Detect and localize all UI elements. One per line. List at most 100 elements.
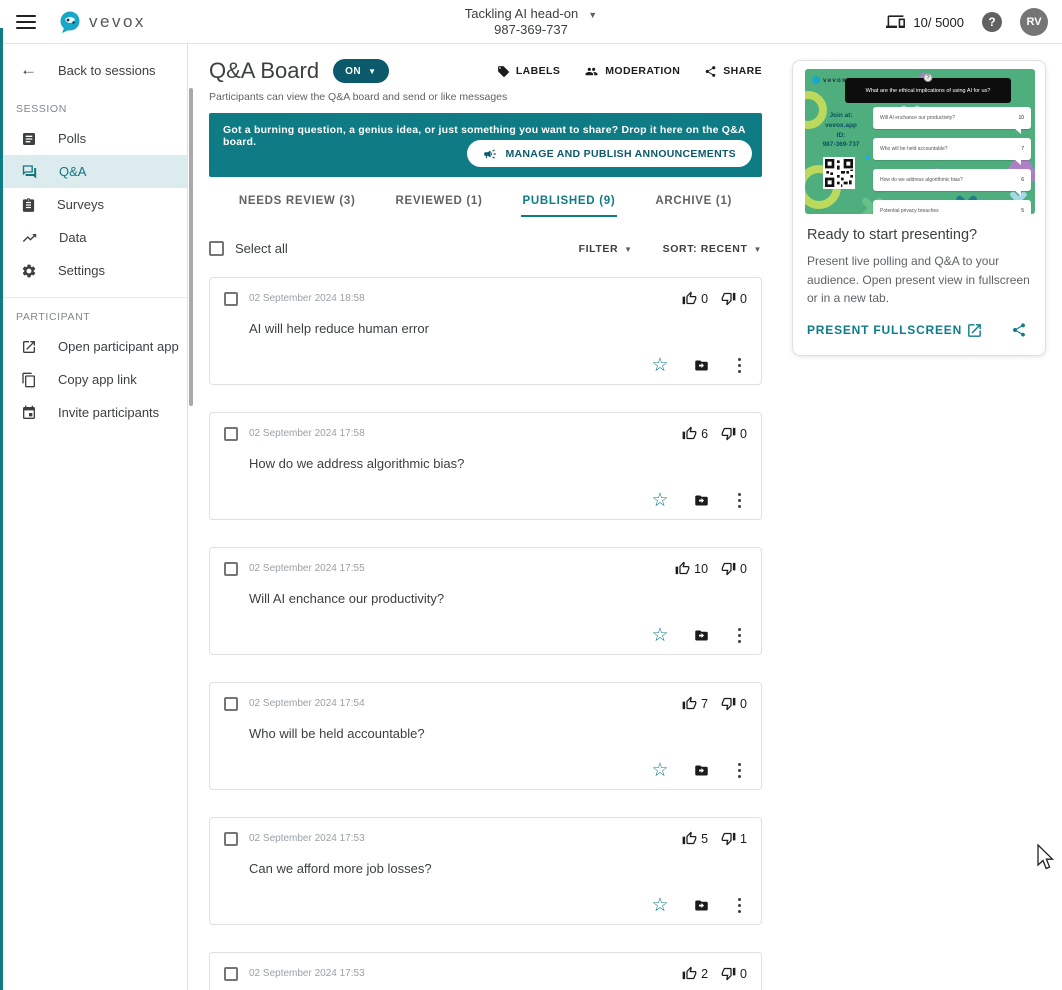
sidebar-item-invite-participants[interactable]: Invite participants: [0, 396, 187, 429]
labels-button[interactable]: LABELS: [497, 65, 560, 78]
message-menu-button[interactable]: [734, 761, 746, 781]
thumb-down-icon: [721, 562, 736, 576]
message-card: 02 September 2024 17:58 6 0 How do we ad…: [209, 412, 762, 520]
message-checkbox[interactable]: [224, 696, 238, 711]
thumb-down-icon: [721, 967, 736, 981]
select-all-control[interactable]: Select all: [209, 241, 288, 256]
present-preview-image[interactable]: vevox ? What are the ethical implication…: [805, 69, 1035, 214]
sidebar-item-open-participant-app[interactable]: Open participant app: [0, 330, 187, 363]
sidebar-item-label: Surveys: [57, 197, 104, 212]
dislike-count: 0: [721, 426, 747, 441]
thumb-up-icon: [682, 966, 697, 980]
sidebar-item-surveys[interactable]: Surveys: [0, 188, 187, 221]
present-fullscreen-button[interactable]: PRESENT FULLSCREEN: [807, 323, 962, 337]
like-count: 6: [682, 426, 708, 441]
mouse-cursor: [1037, 844, 1055, 870]
like-count: 5: [682, 831, 708, 846]
avatar[interactable]: RV: [1020, 8, 1048, 36]
sidebar-item-qa[interactable]: Q&A: [0, 155, 187, 188]
dislike-count: 0: [721, 696, 747, 711]
sidebar-item-settings[interactable]: Settings: [0, 254, 187, 287]
sidebar-item-copy-app-link[interactable]: Copy app link: [0, 363, 187, 396]
open-new-tab-icon[interactable]: [966, 322, 983, 339]
polls-icon: [23, 132, 35, 145]
invite-icon: [23, 405, 35, 419]
tab-published[interactable]: PUBLISHED (9): [520, 189, 618, 217]
sidebar-item-label: Polls: [58, 131, 87, 146]
message-text: Can we afford more job losses?: [249, 861, 432, 876]
message-text: Will AI enchance our productivity?: [249, 591, 445, 606]
move-to-folder-button[interactable]: [693, 898, 710, 913]
star-message-button[interactable]: ☆: [651, 491, 668, 510]
message-text: How do we address algorithmic bias?: [249, 456, 465, 471]
message-checkbox[interactable]: [224, 966, 238, 981]
message-text: AI will help reduce human error: [249, 321, 429, 336]
sidebar-item-label: Settings: [58, 263, 105, 278]
star-message-button[interactable]: ☆: [651, 761, 668, 780]
filter-button[interactable]: FILTER ▼: [579, 243, 633, 255]
tab-archive[interactable]: ARCHIVE (1): [653, 189, 734, 217]
tab-reviewed[interactable]: REVIEWED (1): [394, 189, 485, 217]
message-menu-button[interactable]: [734, 626, 746, 646]
move-to-folder-button[interactable]: [693, 358, 710, 373]
preview-question-badge: ?: [923, 73, 933, 82]
thumb-down-icon: [721, 427, 736, 441]
star-message-button[interactable]: ☆: [651, 626, 668, 645]
message-timestamp: 02 September 2024 17:53: [249, 968, 365, 979]
message-menu-button[interactable]: [734, 896, 746, 916]
message-card: 02 September 2024 17:53 5 1 Can we affor…: [209, 817, 762, 925]
main-scrollbar[interactable]: [189, 88, 193, 406]
move-to-folder-button[interactable]: [693, 628, 710, 643]
participant-count-text: 10/ 5000: [913, 14, 964, 30]
message-menu-button[interactable]: [734, 356, 746, 376]
dislike-count: 0: [721, 291, 747, 306]
share-button[interactable]: SHARE: [704, 65, 762, 78]
sidebar-item-polls[interactable]: Polls: [0, 122, 187, 155]
preview-vevox-logo: vevox: [812, 76, 846, 84]
present-panel-description: Present live polling and Q&A to your aud…: [807, 254, 1030, 306]
megaphone-icon: [483, 148, 496, 159]
chevron-down-icon: ▼: [753, 244, 762, 254]
star-message-button[interactable]: ☆: [651, 896, 668, 915]
people-icon: [585, 67, 598, 75]
sidebar-item-data[interactable]: Data: [0, 221, 187, 254]
like-count: 2: [682, 966, 708, 981]
sidebar-item-label: Copy app link: [58, 372, 137, 387]
moderation-button[interactable]: MODERATION: [584, 65, 680, 78]
move-to-folder-button[interactable]: [693, 763, 710, 778]
folder-move-icon: [694, 900, 708, 911]
move-to-folder-button[interactable]: [693, 493, 710, 508]
message-text: Who will be held accountable?: [249, 726, 425, 741]
dislike-count: 0: [721, 966, 747, 981]
message-checkbox[interactable]: [224, 561, 238, 576]
back-to-sessions-button[interactable]: ← Back to sessions: [0, 50, 187, 90]
page-title: Q&A Board: [209, 58, 320, 83]
session-switcher[interactable]: Tackling AI head-on ▼ 987-369-737: [465, 6, 597, 37]
manage-announcements-button[interactable]: MANAGE AND PUBLISH ANNOUNCEMENTS: [466, 140, 752, 167]
sort-button[interactable]: SORT: RECENT ▼: [663, 243, 762, 255]
message-card: 02 September 2024 17:54 7 0 Who will be …: [209, 682, 762, 790]
chevron-down-icon: ▼: [588, 10, 598, 20]
qa-banner: Got a burning question, a genius idea, o…: [209, 113, 762, 177]
share-present-icon[interactable]: [1011, 322, 1027, 338]
dislike-count: 0: [721, 561, 747, 576]
message-checkbox[interactable]: [224, 426, 238, 441]
select-all-label: Select all: [235, 241, 288, 256]
select-all-checkbox[interactable]: [209, 241, 224, 256]
thumb-down-icon: [721, 292, 736, 306]
message-menu-button[interactable]: [734, 491, 746, 511]
help-button[interactable]: ?: [982, 12, 1002, 32]
message-checkbox[interactable]: [224, 291, 238, 306]
app-header: vevox Tackling AI head-on ▼ 987-369-737 1…: [0, 0, 1062, 44]
qa-on-toggle[interactable]: ON ▼: [333, 59, 389, 83]
like-count: 0: [682, 291, 708, 306]
message-checkbox[interactable]: [224, 831, 238, 846]
window-edge-strip: [0, 28, 3, 990]
tab-needs-review[interactable]: NEEDS REVIEW (3): [237, 189, 358, 217]
sidebar-item-label: Data: [59, 230, 87, 245]
surveys-icon: [22, 197, 35, 212]
session-name: Tackling AI head-on: [464, 6, 579, 21]
hamburger-menu-icon[interactable]: [16, 14, 36, 29]
star-message-button[interactable]: ☆: [651, 356, 668, 375]
session-id: 987-369-737: [494, 22, 568, 37]
